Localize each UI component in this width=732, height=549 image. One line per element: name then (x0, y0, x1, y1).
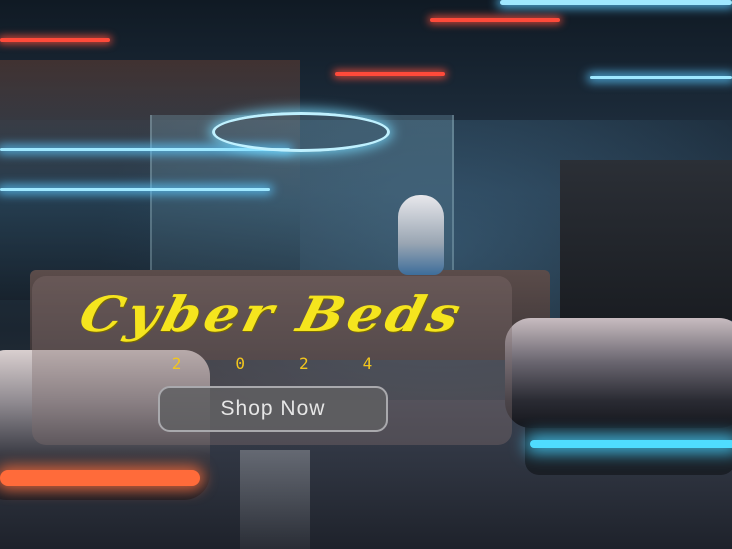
neon-strip-blue-1 (500, 0, 732, 5)
neon-strip-blue-3 (0, 188, 270, 191)
neon-strip-blue-4 (590, 76, 732, 79)
promo-panel: Cyber Beds 2 0 2 4 Shop Now (32, 276, 512, 445)
year-digit: 2 (298, 354, 309, 373)
floor-light-reflection (240, 450, 310, 549)
year-digit: 2 (171, 354, 182, 373)
shop-now-button[interactable]: Shop Now (158, 386, 388, 432)
neon-strip-red-2 (430, 18, 560, 22)
year-label: 2 0 2 4 (32, 354, 512, 373)
background-scene (0, 0, 732, 549)
neon-strip-red-3 (335, 72, 445, 76)
ceiling-ring-light (212, 112, 390, 152)
year-digit: 0 (235, 354, 245, 373)
shelving (560, 160, 732, 320)
robot-figure (398, 195, 444, 275)
bed-left-glow (0, 470, 200, 486)
neon-strip-blue-2 (0, 148, 290, 151)
bed-right-glow (530, 440, 732, 448)
brand-logo: Cyber Beds (73, 285, 471, 343)
bed-right (505, 318, 732, 428)
year-digit: 4 (362, 354, 373, 373)
neon-strip-red-1 (0, 38, 110, 42)
